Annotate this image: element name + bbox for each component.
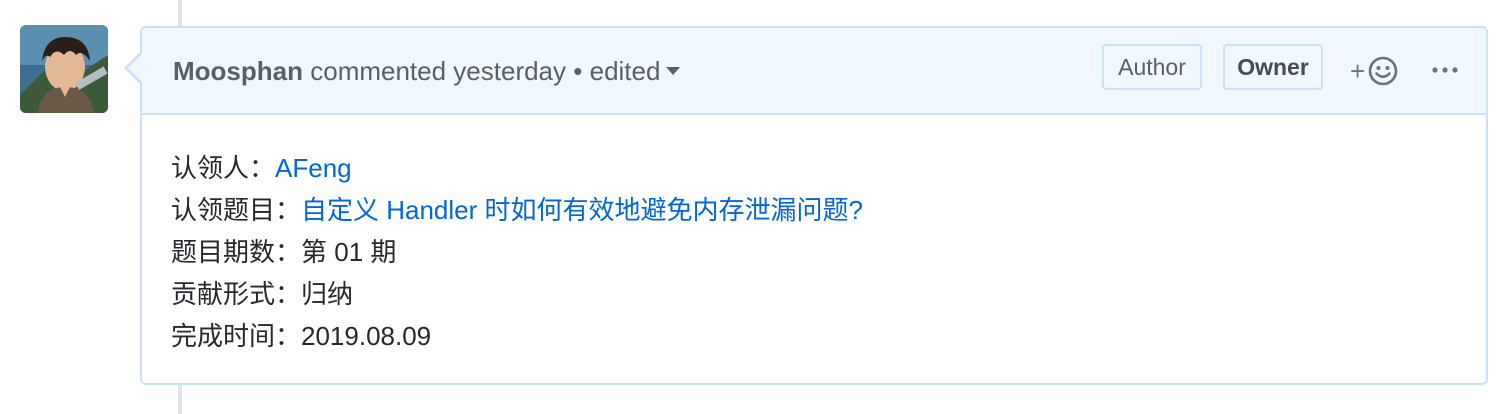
edited-label: edited	[589, 56, 661, 86]
comment-meta: Moosphan commented yesterday • edited	[173, 54, 681, 88]
author-link[interactable]: Moosphan	[173, 56, 303, 86]
comment-caret-fill	[128, 54, 142, 82]
smiley-icon	[1368, 56, 1398, 86]
row-label: 完成时间：	[171, 321, 302, 351]
comment-row: 完成时间：2019.08.09	[171, 315, 863, 357]
comment-row: 认领题目：自定义 Handler 时如何有效地避免内存泄漏问题?	[171, 189, 863, 231]
avatar[interactable]	[20, 25, 108, 113]
row-value-link[interactable]: AFeng	[275, 153, 352, 183]
more-options-button[interactable]	[1430, 58, 1460, 87]
row-label: 认领人：	[171, 153, 276, 183]
comment-header: Moosphan commented yesterday • edited Au…	[142, 28, 1486, 115]
comment-row: 题目期数：第 01 期	[171, 231, 863, 273]
row-label: 贡献形式：	[171, 279, 302, 309]
add-reaction-button[interactable]: +	[1350, 54, 1399, 88]
comment-row: 认领人：AFeng	[171, 147, 863, 189]
plus-label: +	[1350, 55, 1366, 86]
comment-action[interactable]: commented yesterday	[310, 56, 566, 86]
row-value: 第 01 期	[301, 237, 397, 267]
row-label: 认领题目：	[171, 195, 302, 225]
author-badge: Author	[1102, 44, 1202, 90]
comment-row: 贡献形式：归纳	[171, 273, 863, 315]
kebab-horizontal-icon	[1432, 67, 1458, 73]
row-value: 归纳	[301, 279, 354, 309]
meta-separator: •	[573, 56, 583, 86]
row-label: 题目期数：	[171, 237, 302, 267]
chevron-down-icon	[666, 67, 681, 76]
row-value: 2019.08.09	[301, 321, 432, 351]
avatar-image	[20, 25, 108, 113]
edited-dropdown[interactable]: edited	[590, 56, 681, 86]
owner-badge: Owner	[1223, 44, 1323, 90]
row-value-link[interactable]: 自定义 Handler 时如何有效地避免内存泄漏问题?	[301, 195, 863, 225]
comment-body: 认领人：AFeng 认领题目：自定义 Handler 时如何有效地避免内存泄漏问题…	[171, 147, 863, 357]
